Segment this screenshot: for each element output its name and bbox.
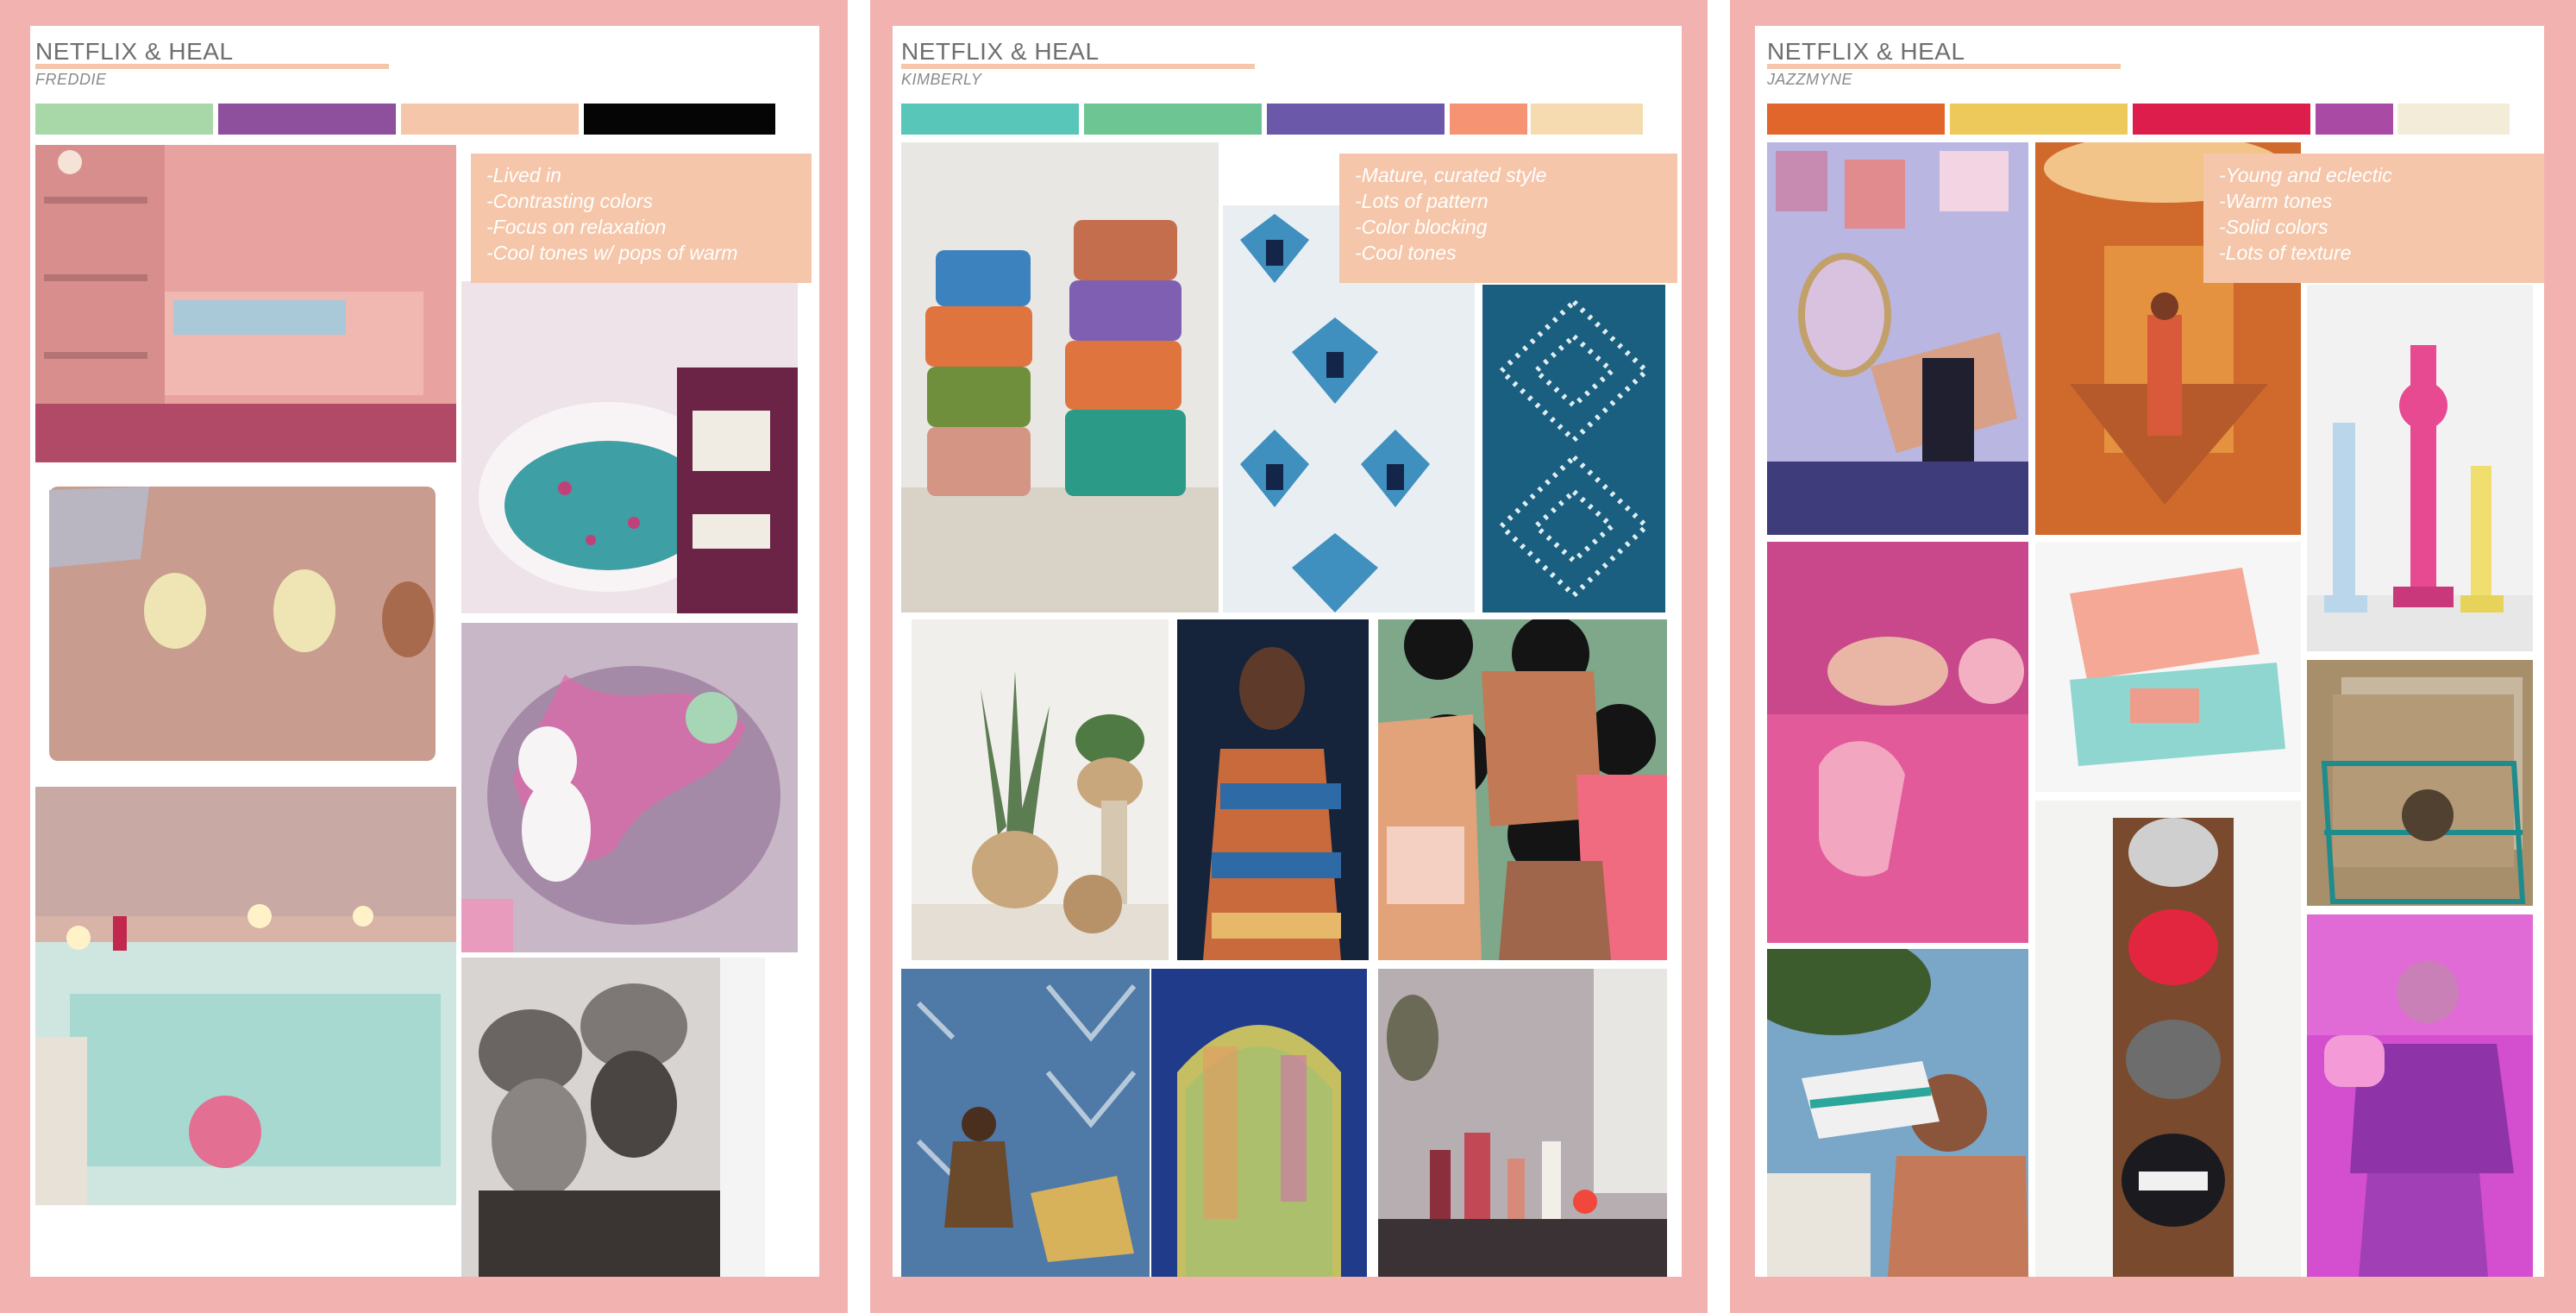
moodboard-jazzmyne: NETFLIX & HEAL JAZZMYNE -Young and eclec…: [1755, 26, 2544, 1277]
photo-trophies: [2307, 285, 2533, 651]
style-note: -Focus on relaxation: [486, 216, 667, 238]
color-swatch: [1084, 104, 1262, 135]
style-note: -Cool tones: [1355, 242, 1457, 264]
color-swatch: [1950, 104, 2128, 135]
title-underline: [35, 64, 389, 69]
photo-vanity-shelf: [1378, 969, 1667, 1277]
moodboard-kimberly: NETFLIX & HEAL KIMBERLY -Mature, curated…: [893, 26, 1682, 1277]
photo-painted-arch: [1151, 969, 1367, 1277]
style-note: -Cool tones w/ pops of warm: [486, 242, 738, 264]
moodboard-freddie: NETFLIX & HEAL FREDDIE -Lived in -Contra…: [30, 26, 819, 1277]
photo-dotted-fabric: [1482, 285, 1665, 613]
color-swatch: [2133, 104, 2310, 135]
board-divider: [848, 0, 870, 1313]
board-title: NETFLIX & HEAL: [35, 38, 234, 65]
style-note: -Young and eclectic: [2219, 164, 2392, 186]
color-swatch: [2316, 104, 2393, 135]
style-note: -Mature, curated style: [1355, 164, 1547, 186]
style-note: -Color blocking: [1355, 216, 1488, 238]
color-swatch: [1267, 104, 1445, 135]
style-note: -Contrasting colors: [486, 190, 654, 212]
photo-bath-petals: [461, 281, 798, 613]
color-swatch: [2397, 104, 2510, 135]
photo-textured-rug: [46, 481, 442, 770]
title-underline: [1767, 64, 2121, 69]
style-notes: -Lived in -Contrasting colors -Focus on …: [471, 154, 812, 283]
photo-cat-bath: [461, 623, 798, 952]
color-swatch: [1450, 104, 1527, 135]
photo-mirror-selfie: [1767, 142, 2028, 535]
style-note: -Lots of pattern: [1355, 190, 1489, 212]
photo-women-illustration: [1378, 619, 1667, 960]
photo-pink-bathroom: [35, 145, 456, 462]
color-swatch: [1767, 104, 1945, 135]
title-underline: [901, 64, 1255, 69]
board-title: NETFLIX & HEAL: [901, 38, 1100, 65]
style-note: -Lots of texture: [2219, 242, 2352, 264]
photo-makeup-case: [2035, 542, 2301, 792]
board-subtitle: JAZZMYNE: [1767, 71, 1853, 88]
style-note: -Warm tones: [2219, 190, 2333, 212]
board-title: NETFLIX & HEAL: [1767, 38, 1965, 65]
color-swatch: [401, 104, 579, 135]
color-swatch: [901, 104, 1079, 135]
board-subtitle: FREDDIE: [35, 71, 107, 88]
color-swatch: [35, 104, 213, 135]
photo-sequin-outfit: [2307, 914, 2533, 1277]
color-swatch: [584, 104, 775, 135]
photo-potted-plants: [912, 619, 1169, 960]
color-swatch: [218, 104, 396, 135]
style-note: -Lived in: [486, 164, 561, 186]
board-divider: [1708, 0, 1730, 1313]
photo-collage-art: [901, 969, 1150, 1277]
photo-sneaker-portrait: [1767, 949, 2028, 1277]
board-subtitle: KIMBERLY: [901, 71, 982, 88]
photo-print-dress-portrait: [1177, 619, 1369, 960]
style-notes: -Mature, curated style -Lots of pattern …: [1339, 154, 1677, 283]
photo-record-crate: [2307, 660, 2533, 906]
color-swatch: [1531, 104, 1643, 135]
photo-candlelit-tub: [35, 787, 456, 1205]
photo-face-mask-portrait: [461, 958, 765, 1277]
photo-stacked-baskets: [901, 142, 1219, 613]
photo-caps-on-board: [2035, 801, 2301, 1277]
style-notes: -Young and eclectic -Warm tones -Solid c…: [2203, 154, 2544, 283]
photo-pink-telephone: [1767, 542, 2028, 943]
style-note: -Solid colors: [2219, 216, 2328, 238]
